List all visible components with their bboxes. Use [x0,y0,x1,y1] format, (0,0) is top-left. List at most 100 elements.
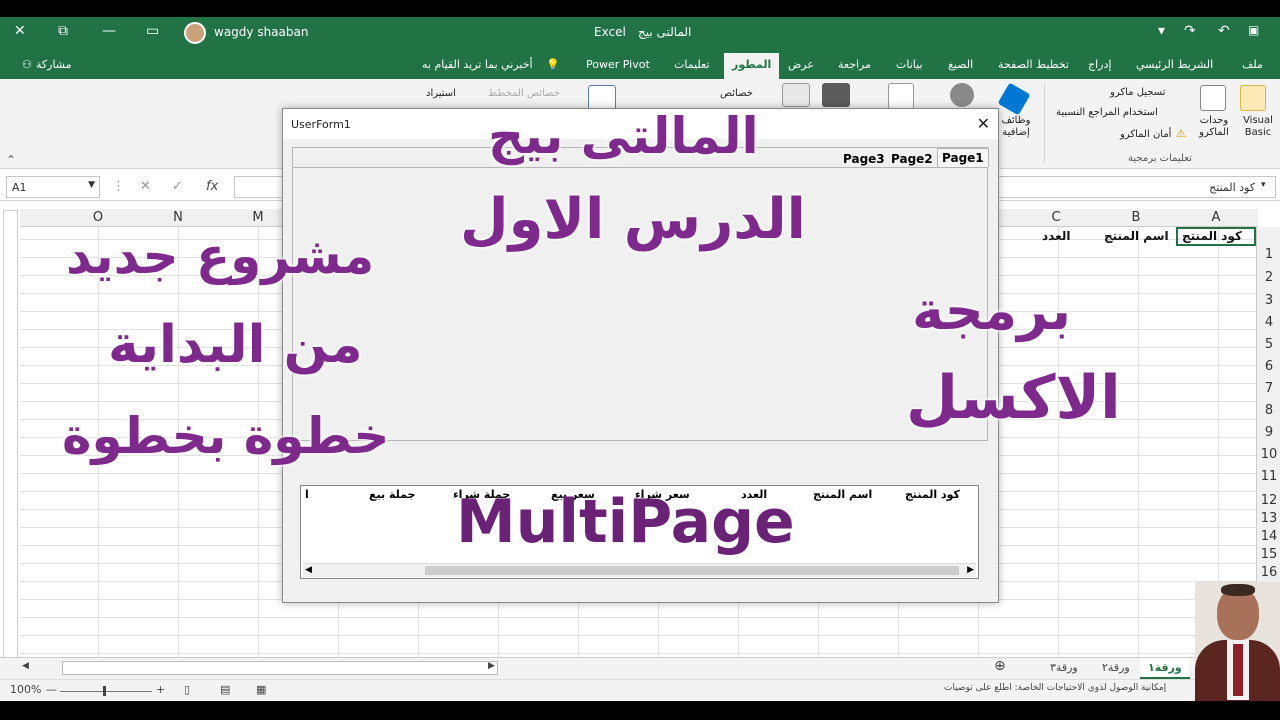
scroll-left-icon[interactable]: ◀ [22,661,29,671]
close-window-button[interactable]: ✕ [14,23,26,39]
normal-view-icon[interactable]: ▦ [256,683,266,696]
row-header[interactable]: 9 [1257,425,1280,440]
add-sheet-button[interactable]: ⊕ [994,658,1006,674]
row-header[interactable]: 1 [1257,247,1280,262]
tab-insert[interactable]: إدراج [1088,58,1111,71]
tab-page1[interactable]: Page1 [937,148,989,167]
share-icon[interactable]: ⚇ [22,58,32,71]
page-layout-view-icon[interactable]: ▤ [220,683,230,696]
name-box[interactable]: A1 ▼ [6,176,100,198]
design-mode-icon [782,83,810,107]
insert-function-button[interactable]: fx [206,179,218,194]
list-header-name: اسم المنتج [813,488,873,501]
scroll-thumb[interactable] [425,566,959,575]
visual-basic-button[interactable]: Visual Basic [1240,115,1276,139]
vertical-scrollbar[interactable] [3,210,18,660]
tell-me-input[interactable]: أخبرني بما تريد القيام به [422,58,533,71]
row-header[interactable]: 4 [1257,315,1280,330]
redo-icon[interactable]: ↷ [1184,23,1196,39]
column-header-c[interactable]: C [1016,210,1096,225]
scroll-right-icon[interactable]: ▶ [488,661,495,671]
row-header[interactable]: 10 [1257,447,1280,462]
scroll-left-icon[interactable]: ◀ [305,565,312,575]
tab-page2[interactable]: Page2 [887,150,937,168]
form-control-icon [888,83,914,109]
close-icon[interactable]: ✕ [977,114,990,133]
column-header-n[interactable]: N [138,210,218,225]
avatar[interactable] [184,22,206,44]
zoom-in-icon[interactable]: + [156,683,165,696]
tab-power-pivot[interactable]: Power Pivot [586,58,650,71]
tab-home[interactable]: الشريط الرئيسي [1136,58,1213,71]
cell-c1[interactable]: العدد [1042,229,1070,243]
tab-developer[interactable]: المطور [724,53,780,79]
lightbulb-icon: 💡 [546,58,560,71]
sheet-tab-2[interactable]: ورقة٢ [1102,661,1130,674]
sheet-tab-1[interactable]: ورقة١ [1140,658,1190,679]
expand-formula-icon[interactable]: ▾ [1261,180,1266,190]
tab-data[interactable]: بيانات [896,58,923,71]
cancel-icon[interactable]: ✕ [140,179,151,194]
row-header[interactable]: 14 [1257,529,1280,544]
list-header-code: كود المنتج [905,488,960,501]
ribbon-tabs: ⚇ مشاركة أخبرني بما تريد القيام به 💡 Pow… [0,49,1280,79]
restore-window-button[interactable]: ⧉ [58,23,68,39]
share-button[interactable]: مشاركة [36,58,72,71]
zoom-thumb[interactable] [103,686,106,696]
tab-view[interactable]: عرض [788,58,814,71]
tab-page3[interactable]: Page3 [839,150,889,168]
sheet-tab-3[interactable]: ورقة٣ [1050,661,1078,674]
row-header[interactable]: 5 [1257,337,1280,352]
row-header[interactable]: 3 [1257,293,1280,308]
status-bar: 100% — + ▯ ▤ ▦ إمكانية الوصول لذوي الاحت… [0,679,1280,701]
macro-security-button[interactable]: أمان الماكرو [1120,129,1171,140]
zoom-slider[interactable] [60,691,152,692]
sheet-tabs-bar: ◀ ▶ ⊕ ورقة٣ ورقة٢ ورقة١ [0,657,1280,679]
chevron-down-icon[interactable]: ▼ [88,180,95,190]
tab-page-layout[interactable]: تخطيط الصفحة [998,58,1069,71]
collapse-ribbon-icon[interactable]: ⌃ [6,153,16,167]
cell-a1[interactable]: كود المنتج [1182,229,1242,243]
column-header-b[interactable]: B [1096,210,1176,225]
customize-qat-icon[interactable]: ▾ [1158,23,1165,39]
addins-button[interactable]: وظائف إضافية [996,115,1036,139]
tab-divider [293,167,987,168]
tab-help[interactable]: تعليمات [674,58,709,71]
horizontal-scrollbar[interactable] [62,661,498,675]
import-button[interactable]: استيراد [426,88,456,99]
title-bar: ✕ ⧉ — ▭ wagdy shaaban Excel المالتى بيج … [0,17,1280,49]
accessibility-status[interactable]: إمكانية الوصول لذوي الاحتياجات الخاصة: ا… [944,683,1166,693]
row-header[interactable]: 8 [1257,403,1280,418]
row-header[interactable]: 11 [1257,469,1280,484]
row-header[interactable]: 2 [1257,270,1280,285]
row-header[interactable]: 16 [1257,565,1280,580]
tab-review[interactable]: مراجعة [838,58,871,71]
overlay-title: المالتى بيج [488,107,759,165]
macros-button[interactable]: وحدات الماكرو [1196,115,1232,139]
zoom-out-icon[interactable]: — [46,683,57,696]
scroll-right-icon[interactable]: ▶ [967,565,974,575]
row-header[interactable]: 15 [1257,547,1280,562]
properties-button[interactable]: خصائص [720,88,753,99]
page-break-view-icon[interactable]: ▯ [184,683,190,696]
column-header-a[interactable]: A [1176,210,1256,225]
tab-formulas[interactable]: الصيغ [948,58,973,71]
enter-icon[interactable]: ✓ [172,179,183,194]
zoom-level[interactable]: 100% [10,683,41,696]
map-properties-button[interactable]: خصائص المخطط [488,88,560,99]
row-header[interactable]: 7 [1257,381,1280,396]
ribbon-display-options-button[interactable]: ▭ [146,23,159,39]
tab-file[interactable]: ملف [1242,58,1263,71]
minimize-window-button[interactable]: — [102,23,116,39]
row-header[interactable]: 6 [1257,359,1280,374]
undo-icon[interactable]: ↶ [1218,23,1230,39]
relative-refs-button[interactable]: استخدام المراجع النسبية [1056,107,1158,118]
row-header[interactable]: 13 [1257,511,1280,526]
user-name[interactable]: wagdy shaaban [214,25,308,39]
column-header-o[interactable]: O [58,210,138,225]
row-header[interactable]: 12 [1257,493,1280,508]
cell-b1[interactable]: اسم المنتج [1104,229,1169,243]
listbox-hscrollbar[interactable]: ◀ ▶ [303,563,976,577]
save-icon[interactable]: ▣ [1248,23,1259,37]
record-macro-button[interactable]: تسجيل ماكرو [1110,87,1165,98]
